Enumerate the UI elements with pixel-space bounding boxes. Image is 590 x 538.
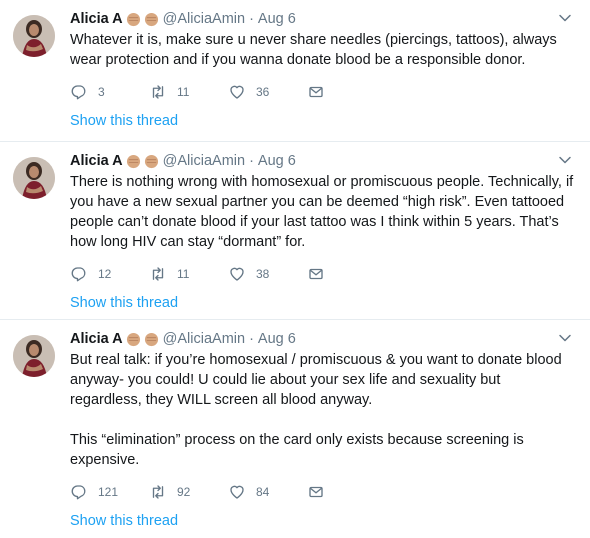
fist-emoji-icon xyxy=(144,154,159,169)
like-count: 36 xyxy=(256,85,270,99)
heart-icon xyxy=(230,85,244,99)
like-button[interactable]: 38 xyxy=(228,265,307,283)
envelope-icon xyxy=(309,486,323,498)
reply-icon xyxy=(71,85,86,100)
retweet-button[interactable]: 92 xyxy=(149,483,228,501)
tweet-text: But real talk: if you’re homosexual / pr… xyxy=(70,352,562,468)
reply-icon xyxy=(71,267,86,282)
direct-message-button[interactable] xyxy=(307,483,325,501)
chevron-down-icon[interactable] xyxy=(558,11,572,25)
reply-count: 12 xyxy=(98,267,112,281)
separator-dot: · xyxy=(249,11,254,27)
direct-message-button[interactable] xyxy=(307,265,325,283)
user-handle[interactable]: @AliciaAmin xyxy=(163,151,245,171)
tweet-actions: 121 92 84 xyxy=(70,482,576,502)
fist-emoji-icon xyxy=(126,332,141,347)
retweet-button[interactable]: 11 xyxy=(149,265,228,283)
retweet-icon xyxy=(152,267,164,281)
reply-count: 3 xyxy=(98,85,105,99)
heart-icon xyxy=(230,485,244,499)
direct-message-button[interactable] xyxy=(307,83,325,101)
chevron-down-icon[interactable] xyxy=(558,153,572,167)
envelope-icon xyxy=(309,86,323,98)
fist-emoji-icon xyxy=(144,332,159,347)
show-thread-link[interactable]: Show this thread xyxy=(70,293,576,313)
fist-emoji-icon xyxy=(144,12,159,27)
chevron-down-icon[interactable] xyxy=(558,331,572,345)
fist-emoji-icon xyxy=(126,12,141,27)
tweet-actions: 12 11 38 xyxy=(70,264,576,284)
user-handle[interactable]: @AliciaAmin xyxy=(163,9,245,29)
tweet[interactable]: Alicia A @AliciaAmin · Aug 6 Whatever it… xyxy=(0,0,590,142)
like-button[interactable]: 84 xyxy=(228,483,307,501)
reply-icon xyxy=(71,485,86,500)
show-thread-link[interactable]: Show this thread xyxy=(70,111,576,131)
user-handle[interactable]: @AliciaAmin xyxy=(163,329,245,349)
tweet[interactable]: Alicia A @AliciaAmin · Aug 6 There is no… xyxy=(0,142,590,320)
separator-dot: · xyxy=(249,153,254,169)
tweet-date[interactable]: Aug 6 xyxy=(258,9,296,29)
tweet[interactable]: Alicia A @AliciaAmin · Aug 6 But real ta… xyxy=(0,320,590,538)
retweet-button[interactable]: 11 xyxy=(149,83,228,101)
tweet-text: There is nothing wrong with homosexual o… xyxy=(70,174,578,250)
display-name[interactable]: Alicia A xyxy=(70,151,123,171)
fist-emoji-icon xyxy=(126,154,141,169)
display-name[interactable]: Alicia A xyxy=(70,329,123,349)
retweet-count: 92 xyxy=(177,485,191,499)
reply-count: 121 xyxy=(98,485,119,499)
tweet-feed: Alicia A @AliciaAmin · Aug 6 Whatever it… xyxy=(0,0,590,538)
tweet-actions: 3 11 36 xyxy=(70,82,576,102)
reply-button[interactable]: 3 xyxy=(70,83,149,101)
reply-button[interactable]: 121 xyxy=(70,483,149,501)
heart-icon xyxy=(230,267,244,281)
tweet-text: Whatever it is, make sure u never share … xyxy=(70,32,561,68)
like-count: 84 xyxy=(256,485,270,499)
like-count: 38 xyxy=(256,267,270,281)
separator-dot: · xyxy=(249,331,254,347)
retweet-icon xyxy=(152,85,164,99)
avatar[interactable] xyxy=(13,15,55,57)
avatar[interactable] xyxy=(13,157,55,199)
retweet-icon xyxy=(152,485,164,499)
avatar[interactable] xyxy=(13,335,55,377)
tweet-date[interactable]: Aug 6 xyxy=(258,329,296,349)
retweet-count: 11 xyxy=(177,85,190,99)
display-name[interactable]: Alicia A xyxy=(70,9,123,29)
reply-button[interactable]: 12 xyxy=(70,265,149,283)
tweet-date[interactable]: Aug 6 xyxy=(258,151,296,171)
show-thread-link[interactable]: Show this thread xyxy=(70,511,576,531)
like-button[interactable]: 36 xyxy=(228,83,307,101)
retweet-count: 11 xyxy=(177,267,190,281)
envelope-icon xyxy=(309,268,323,280)
